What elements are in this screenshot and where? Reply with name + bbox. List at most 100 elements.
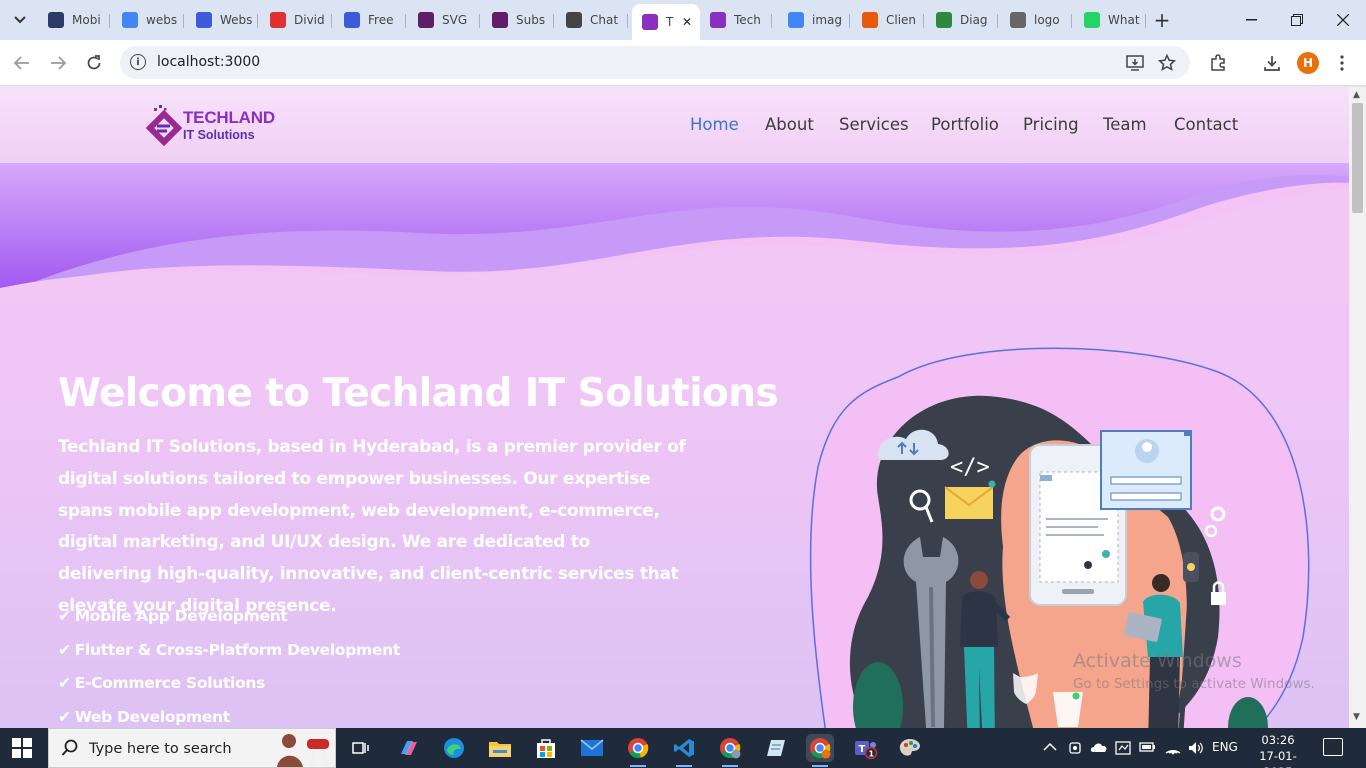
restore-button[interactable]: [1274, 6, 1320, 34]
taskbar-search-box[interactable]: Type here to search: [48, 728, 336, 768]
app-icon: [936, 12, 952, 28]
paint-icon[interactable]: [896, 734, 924, 762]
browser-tab[interactable]: Divid: [260, 6, 332, 34]
browser-tab[interactable]: logo: [1000, 6, 1072, 34]
vscode-icon[interactable]: [670, 734, 698, 767]
nav-home[interactable]: Home: [690, 115, 739, 134]
install-app-icon[interactable]: [1126, 54, 1144, 72]
bookmark-star-icon[interactable]: [1158, 54, 1176, 72]
page-viewport: TECHLAND IT Solutions Home About Service…: [0, 87, 1349, 728]
feature-item: ✔ Flutter & Cross-Platform Development: [58, 640, 400, 659]
browser-tab[interactable]: Mobi: [38, 6, 110, 34]
browser-menu-icon[interactable]: [1331, 52, 1353, 74]
nav-team[interactable]: Team: [1103, 115, 1147, 134]
nav-services[interactable]: Services: [839, 115, 909, 134]
browser-tab[interactable]: Tech: [700, 6, 772, 34]
store-icon[interactable]: [532, 734, 560, 762]
app-icon: [270, 12, 286, 28]
watermark-title: Activate Windows: [1073, 650, 1242, 672]
chrome-profile-icon[interactable]: [716, 734, 744, 767]
security-tray-icon[interactable]: [1115, 740, 1131, 756]
copilot-icon[interactable]: [394, 734, 422, 762]
tab-title: Diag: [960, 13, 988, 27]
tray-chevron-up-icon[interactable]: [1043, 742, 1057, 752]
tab-title: logo: [1034, 13, 1060, 27]
hero-wave-decoration: [0, 163, 1349, 303]
browser-tab[interactable]: webs: [112, 6, 184, 34]
search-placeholder: Type here to search: [89, 741, 232, 757]
mail-icon[interactable]: [578, 734, 606, 762]
teams-icon[interactable]: T1: [852, 734, 880, 762]
new-tab-button[interactable]: +: [1150, 8, 1174, 32]
page-scrollbar[interactable]: ▲ ▼: [1349, 87, 1366, 728]
check-icon: ✔: [58, 674, 71, 692]
google-icon: [788, 12, 804, 28]
browser-tab[interactable]: Chat: [556, 6, 628, 34]
browser-tab[interactable]: Free: [334, 6, 406, 34]
browser-tab[interactable]: imag: [778, 6, 850, 34]
battery-icon[interactable]: [1139, 740, 1157, 754]
address-url[interactable]: localhost:3000: [157, 54, 260, 70]
logo-subtitle: IT Solutions: [183, 128, 255, 142]
forward-button[interactable]: [46, 51, 70, 75]
wifi-icon[interactable]: [1164, 740, 1182, 756]
site-logo[interactable]: TECHLAND IT Solutions: [145, 104, 285, 148]
check-icon: ✔: [58, 707, 71, 726]
forms-icon: [196, 12, 212, 28]
browser-tab[interactable]: Clien: [852, 6, 924, 34]
tab-close-icon[interactable]: ✕: [682, 15, 692, 29]
chrome-icon[interactable]: [624, 734, 652, 767]
notification-center-icon[interactable]: [1323, 738, 1343, 756]
tab-title: What: [1108, 13, 1140, 27]
techland-icon: [642, 14, 658, 30]
watermark-subtitle: Go to Settings to activate Windows.: [1073, 676, 1315, 692]
tab-title: Free: [368, 13, 394, 27]
task-view-icon[interactable]: [346, 734, 374, 762]
profile-avatar[interactable]: H: [1297, 52, 1319, 74]
minimize-button[interactable]: [1228, 6, 1274, 34]
nav-portfolio[interactable]: Portfolio: [931, 115, 999, 134]
browser-tab[interactable]: Webs: [186, 6, 258, 34]
tab-title: T: [666, 15, 674, 29]
close-window-button[interactable]: [1320, 6, 1366, 34]
tab-title: Webs: [220, 13, 253, 27]
scroll-thumb[interactable]: [1352, 103, 1363, 213]
reload-button[interactable]: [82, 51, 106, 75]
start-button[interactable]: [12, 738, 32, 758]
nav-contact[interactable]: Contact: [1174, 115, 1238, 134]
activate-windows-watermark: Activate Windows Go to Settings to activ…: [1073, 650, 1315, 692]
chrome-active-icon[interactable]: [806, 734, 834, 767]
address-bar[interactable]: i localhost:3000: [120, 46, 1190, 79]
site-info-icon[interactable]: i: [130, 54, 146, 70]
language-indicator[interactable]: ENG: [1212, 740, 1238, 754]
tab-title: SVG: [442, 13, 468, 27]
scroll-up-arrow-icon[interactable]: ▲: [1353, 90, 1360, 100]
feature-item: ✔ Web Development: [58, 707, 230, 726]
system-clock[interactable]: 03:26 17-01-2025: [1254, 732, 1302, 768]
feature-item: ✔ E-Commerce Solutions: [58, 674, 266, 692]
nav-pricing[interactable]: Pricing: [1023, 115, 1079, 134]
back-button[interactable]: [10, 51, 34, 75]
tab-title: imag: [812, 13, 842, 27]
techland-icon: [710, 12, 726, 28]
forms-icon: [344, 12, 360, 28]
browser-tab[interactable]: Subs: [482, 6, 554, 34]
nav-about[interactable]: About: [765, 115, 814, 134]
browser-tab[interactable]: SVG: [408, 6, 480, 34]
extensions-icon[interactable]: [1207, 52, 1229, 74]
browser-tab[interactable]: T ✕: [632, 4, 700, 40]
scroll-down-arrow-icon[interactable]: ▼: [1353, 712, 1360, 722]
app-icon: [862, 12, 878, 28]
file-explorer-icon[interactable]: [486, 734, 514, 762]
volume-icon[interactable]: [1187, 740, 1205, 756]
downloads-icon[interactable]: [1261, 52, 1283, 74]
browser-tab[interactable]: What: [1074, 6, 1146, 34]
tab-search-button[interactable]: [8, 8, 32, 32]
browser-tab-strip: Mobi webs Webs Divid Free SVG Subs Chat T ✕ Tech im…: [0, 0, 1366, 40]
notepad-icon[interactable]: [762, 734, 790, 762]
hero-description: Techland IT Solutions, based in Hyderaba…: [58, 437, 686, 616]
camera-icon[interactable]: [1068, 740, 1082, 756]
edge-icon[interactable]: [440, 734, 468, 762]
browser-tab[interactable]: Diag: [926, 6, 998, 34]
onedrive-icon[interactable]: [1090, 740, 1108, 754]
